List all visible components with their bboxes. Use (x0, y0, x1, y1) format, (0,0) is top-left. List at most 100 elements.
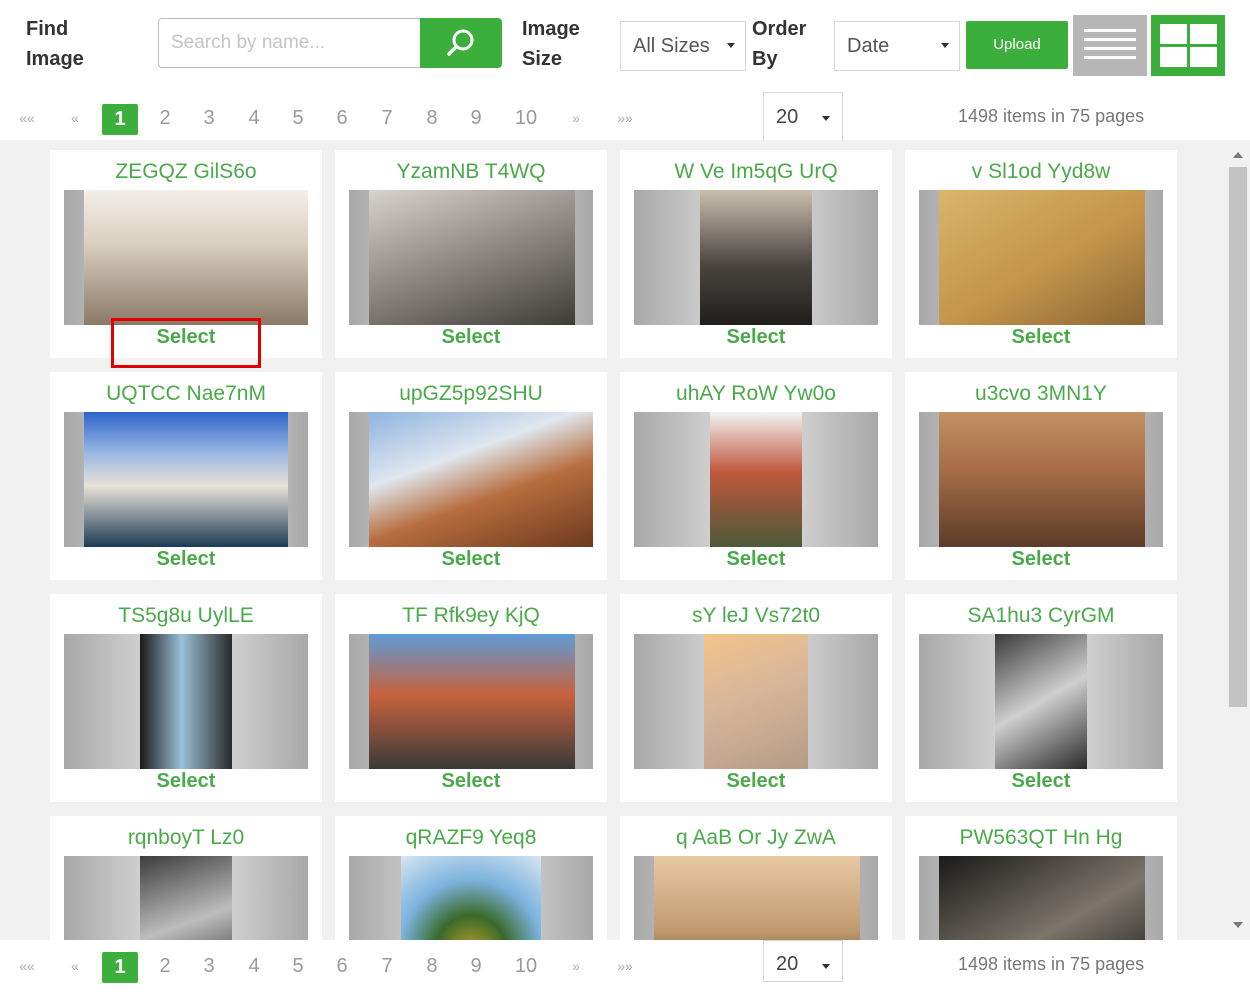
page-link-9[interactable]: 9 (458, 104, 494, 132)
prev-page-link[interactable]: « (57, 952, 93, 980)
first-page-link[interactable]: «« (9, 952, 45, 980)
image-card[interactable]: TF Rfk9ey KjQ Select (335, 594, 607, 802)
planet-photo (401, 856, 541, 940)
image-size-value: All Sizes (633, 35, 710, 57)
image-thumbnail[interactable] (349, 634, 593, 769)
page-link-7[interactable]: 7 (369, 952, 405, 980)
image-card[interactable]: PW563QT Hn HgSelect (905, 816, 1177, 940)
select-button[interactable]: Select (905, 770, 1177, 793)
scroll-down-arrow-icon[interactable] (1233, 922, 1243, 928)
per-page-select[interactable]: 20 (763, 92, 843, 144)
image-thumbnail[interactable] (349, 856, 593, 940)
page-link-8[interactable]: 8 (414, 952, 450, 980)
page-link-4[interactable]: 4 (236, 952, 272, 980)
select-button[interactable]: Select (620, 548, 892, 571)
search-input[interactable] (159, 19, 420, 67)
page-link-8[interactable]: 8 (414, 104, 450, 132)
list-view-button[interactable] (1073, 15, 1147, 76)
image-card[interactable]: u3cvo 3MN1Y Select (905, 372, 1177, 580)
image-card[interactable]: rqnboyT Lz0Select (50, 816, 322, 940)
chevron-down-icon (822, 964, 830, 969)
prev-page-link[interactable]: « (57, 104, 93, 132)
first-page-link[interactable]: «« (9, 104, 45, 132)
page-link-1[interactable]: 1 (102, 952, 138, 983)
image-thumbnail[interactable] (634, 190, 878, 325)
order-by-value: Date (847, 35, 890, 57)
image-card[interactable]: ZEGQZ GilS6o Select (50, 150, 322, 358)
page-link-10[interactable]: 10 (508, 104, 544, 132)
page-link-7[interactable]: 7 (369, 104, 405, 132)
last-page-link[interactable]: »» (607, 104, 643, 132)
page-link-5[interactable]: 5 (280, 952, 316, 980)
david-photo (939, 856, 1145, 940)
select-button[interactable]: Select (905, 548, 1177, 571)
image-card[interactable]: v Sl1od Yyd8w Select (905, 150, 1177, 358)
image-size-select[interactable]: All Sizes (620, 21, 746, 71)
image-card[interactable]: TS5g8u UylLE Select (50, 594, 322, 802)
select-button[interactable]: Select (50, 326, 322, 349)
image-thumbnail[interactable] (349, 190, 593, 325)
next-page-link[interactable]: » (558, 952, 594, 980)
page-link-2[interactable]: 2 (147, 104, 183, 132)
last-page-link[interactable]: »» (607, 952, 643, 980)
select-button[interactable]: Select (335, 770, 607, 793)
image-thumbnail[interactable] (634, 634, 878, 769)
sculpture-photo (369, 190, 575, 325)
search-field[interactable] (158, 18, 420, 68)
image-card-title: upGZ5p92SHU (399, 382, 543, 405)
page-link-10[interactable]: 10 (508, 952, 544, 980)
page-link-9[interactable]: 9 (458, 952, 494, 980)
search-button[interactable] (420, 18, 502, 68)
image-thumbnail[interactable] (919, 856, 1163, 940)
window-photo (140, 634, 232, 769)
next-page-link[interactable]: » (558, 104, 594, 132)
page-link-1[interactable]: 1 (102, 104, 138, 135)
scroll-up-arrow-icon[interactable] (1233, 152, 1243, 158)
image-thumbnail[interactable] (64, 412, 308, 547)
image-thumbnail[interactable] (919, 634, 1163, 769)
grid-view-button[interactable] (1151, 15, 1225, 76)
page-link-6[interactable]: 6 (324, 104, 360, 132)
image-card[interactable]: uhAY RoW Yw0o Select (620, 372, 892, 580)
select-button[interactable]: Select (50, 770, 322, 793)
select-button[interactable]: Select (335, 548, 607, 571)
order-by-select[interactable]: Date (834, 21, 960, 71)
select-button[interactable]: Select (620, 770, 892, 793)
select-button[interactable]: Select (905, 326, 1177, 349)
select-button[interactable]: Select (620, 326, 892, 349)
image-thumbnail[interactable] (919, 412, 1163, 547)
image-card[interactable]: upGZ5p92SHU Select (335, 372, 607, 580)
image-card-title: sY leJ Vs72t0 (691, 604, 821, 627)
pagination-bottom: «« « 1 2 3 4 5 6 7 8 9 10 » »» 20 1498 i… (0, 940, 1250, 992)
image-thumbnail[interactable] (919, 190, 1163, 325)
image-card[interactable]: q AaB Or Jy ZwASelect (620, 816, 892, 940)
page-link-3[interactable]: 3 (191, 104, 227, 132)
page-link-4[interactable]: 4 (236, 104, 272, 132)
scrollbar-thumb[interactable] (1229, 167, 1247, 707)
image-thumbnail[interactable] (64, 190, 308, 325)
image-thumbnail[interactable] (349, 412, 593, 547)
select-button[interactable]: Select (50, 548, 322, 571)
page-link-6[interactable]: 6 (324, 952, 360, 980)
image-card[interactable]: W Ve Im5qG UrQ Select (620, 150, 892, 358)
image-card[interactable]: sY leJ Vs72t0 Select (620, 594, 892, 802)
image-card[interactable]: YzamNB T4WQ Select (335, 150, 607, 358)
image-card[interactable]: qRAZF9 Yeq8Select (335, 816, 607, 940)
image-card[interactable]: SA1hu3 CyrGM Select (905, 594, 1177, 802)
image-thumbnail[interactable] (64, 634, 308, 769)
image-thumbnail[interactable] (64, 856, 308, 940)
find-image-label-line1: Find (26, 18, 69, 40)
upload-button[interactable]: Upload (966, 21, 1068, 69)
image-thumbnail[interactable] (634, 412, 878, 547)
crowd-photo (939, 412, 1145, 547)
image-thumbnail[interactable] (634, 856, 878, 940)
image-card[interactable]: UQTCC Nae7nM Select (50, 372, 322, 580)
street-photo (710, 412, 802, 547)
page-link-5[interactable]: 5 (280, 104, 316, 132)
page-link-2[interactable]: 2 (147, 952, 183, 980)
fountain-photo (84, 412, 288, 547)
page-link-3[interactable]: 3 (191, 952, 227, 980)
per-page-select[interactable]: 20 (763, 940, 843, 982)
scrollbar[interactable] (1226, 140, 1250, 940)
select-button[interactable]: Select (335, 326, 607, 349)
